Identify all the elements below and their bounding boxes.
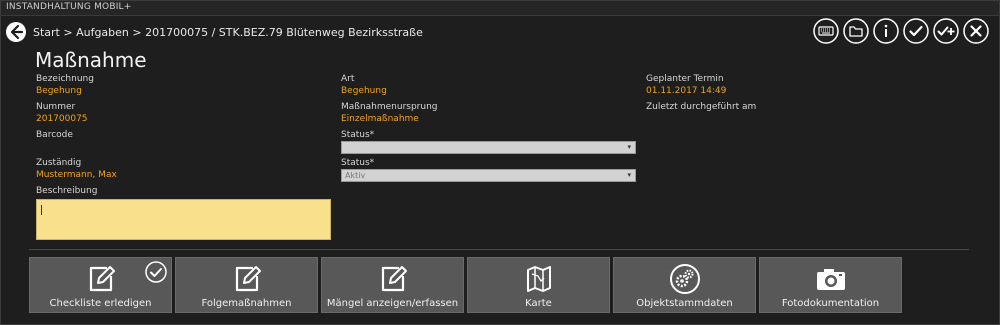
edit-icon	[381, 266, 407, 292]
termin-label: Geplanter Termin	[646, 74, 724, 84]
check-icon	[903, 18, 929, 44]
zuletzt-label: Zuletzt durchgeführt am	[646, 102, 757, 112]
nummer-value: 201700075	[36, 114, 88, 124]
check-icon	[145, 261, 167, 283]
status1-select[interactable]: ▾	[341, 141, 636, 154]
bezeichnung-value: Begehung	[36, 86, 82, 96]
ursprung-label: Maßnahmenursprung	[341, 102, 438, 112]
toolbar	[813, 18, 989, 44]
tile-label: Karte	[525, 298, 552, 309]
art-label: Art	[341, 74, 355, 84]
tile-checkliste[interactable]: Checkliste erledigen	[29, 257, 172, 313]
info-button[interactable]	[873, 18, 899, 44]
barcode-label: Barcode	[36, 130, 73, 140]
tile-label: Mängel anzeigen/erfassen	[326, 298, 459, 309]
status2-select[interactable]: Aktiv ▾	[341, 169, 636, 182]
beschreibung-textarea[interactable]	[36, 199, 331, 240]
tile-fotodokumentation[interactable]: Fotodokumentation	[759, 257, 902, 313]
info-icon	[873, 18, 899, 44]
tile-label: Folgemaßnahmen	[201, 298, 292, 309]
confirm-and-new-button[interactable]	[933, 18, 959, 44]
ursprung-value: Einzelmaßnahme	[341, 114, 419, 124]
gears-icon	[669, 264, 700, 294]
nummer-label: Nummer	[36, 102, 76, 112]
check-plus-icon	[933, 18, 959, 44]
folder-icon	[843, 18, 869, 44]
tile-label: Objektstammdaten	[636, 298, 733, 309]
text-caret	[41, 205, 42, 215]
title-bar: INSTANDHALTUNG MOBIL+	[1, 1, 999, 16]
status2-selected: Aktiv	[345, 171, 366, 180]
zustaendig-label: Zuständig	[36, 158, 82, 168]
back-arrow-icon	[6, 22, 26, 42]
status1-label: Status*	[341, 130, 375, 140]
tile-maengel[interactable]: Mängel anzeigen/erfassen	[321, 257, 464, 313]
bezeichnung-label: Bezeichnung	[36, 74, 94, 84]
keyboard-button[interactable]	[813, 18, 839, 44]
map-icon	[526, 266, 551, 292]
back-button[interactable]	[5, 21, 27, 43]
page-title: Maßnahme	[35, 48, 147, 72]
tile-objektstammdaten[interactable]: Objektstammdaten	[613, 257, 756, 313]
tile-folgemassnahmen[interactable]: Folgemaßnahmen	[175, 257, 318, 313]
folder-button[interactable]	[843, 18, 869, 44]
zustaendig-value[interactable]: Mustermann, Max	[36, 170, 117, 180]
termin-value: 01.11.2017 14:49	[646, 86, 727, 96]
confirm-button[interactable]	[903, 18, 929, 44]
edit-icon	[235, 266, 261, 292]
status2-label: Status*	[341, 158, 375, 168]
keyboard-icon	[813, 18, 839, 44]
app-title: INSTANDHALTUNG MOBIL+	[6, 2, 132, 12]
chevron-down-icon: ▾	[627, 171, 631, 179]
beschreibung-label: Beschreibung	[36, 186, 98, 196]
close-icon	[963, 18, 989, 44]
tile-label: Checkliste erledigen	[49, 298, 152, 309]
art-value: Begehung	[341, 86, 387, 96]
tile-label: Fotodokumentation	[781, 298, 880, 309]
camera-icon	[816, 269, 845, 290]
breadcrumb: Start > Aufgaben > 201700075 / STK.BEZ.7…	[33, 26, 423, 39]
close-button[interactable]	[963, 18, 989, 44]
chevron-down-icon: ▾	[627, 143, 631, 151]
section-divider	[29, 249, 969, 250]
app-window: INSTANDHALTUNG MOBIL+ Start > Aufgaben >…	[0, 0, 1000, 325]
edit-icon	[89, 266, 115, 292]
tile-karte[interactable]: Karte	[467, 257, 610, 313]
